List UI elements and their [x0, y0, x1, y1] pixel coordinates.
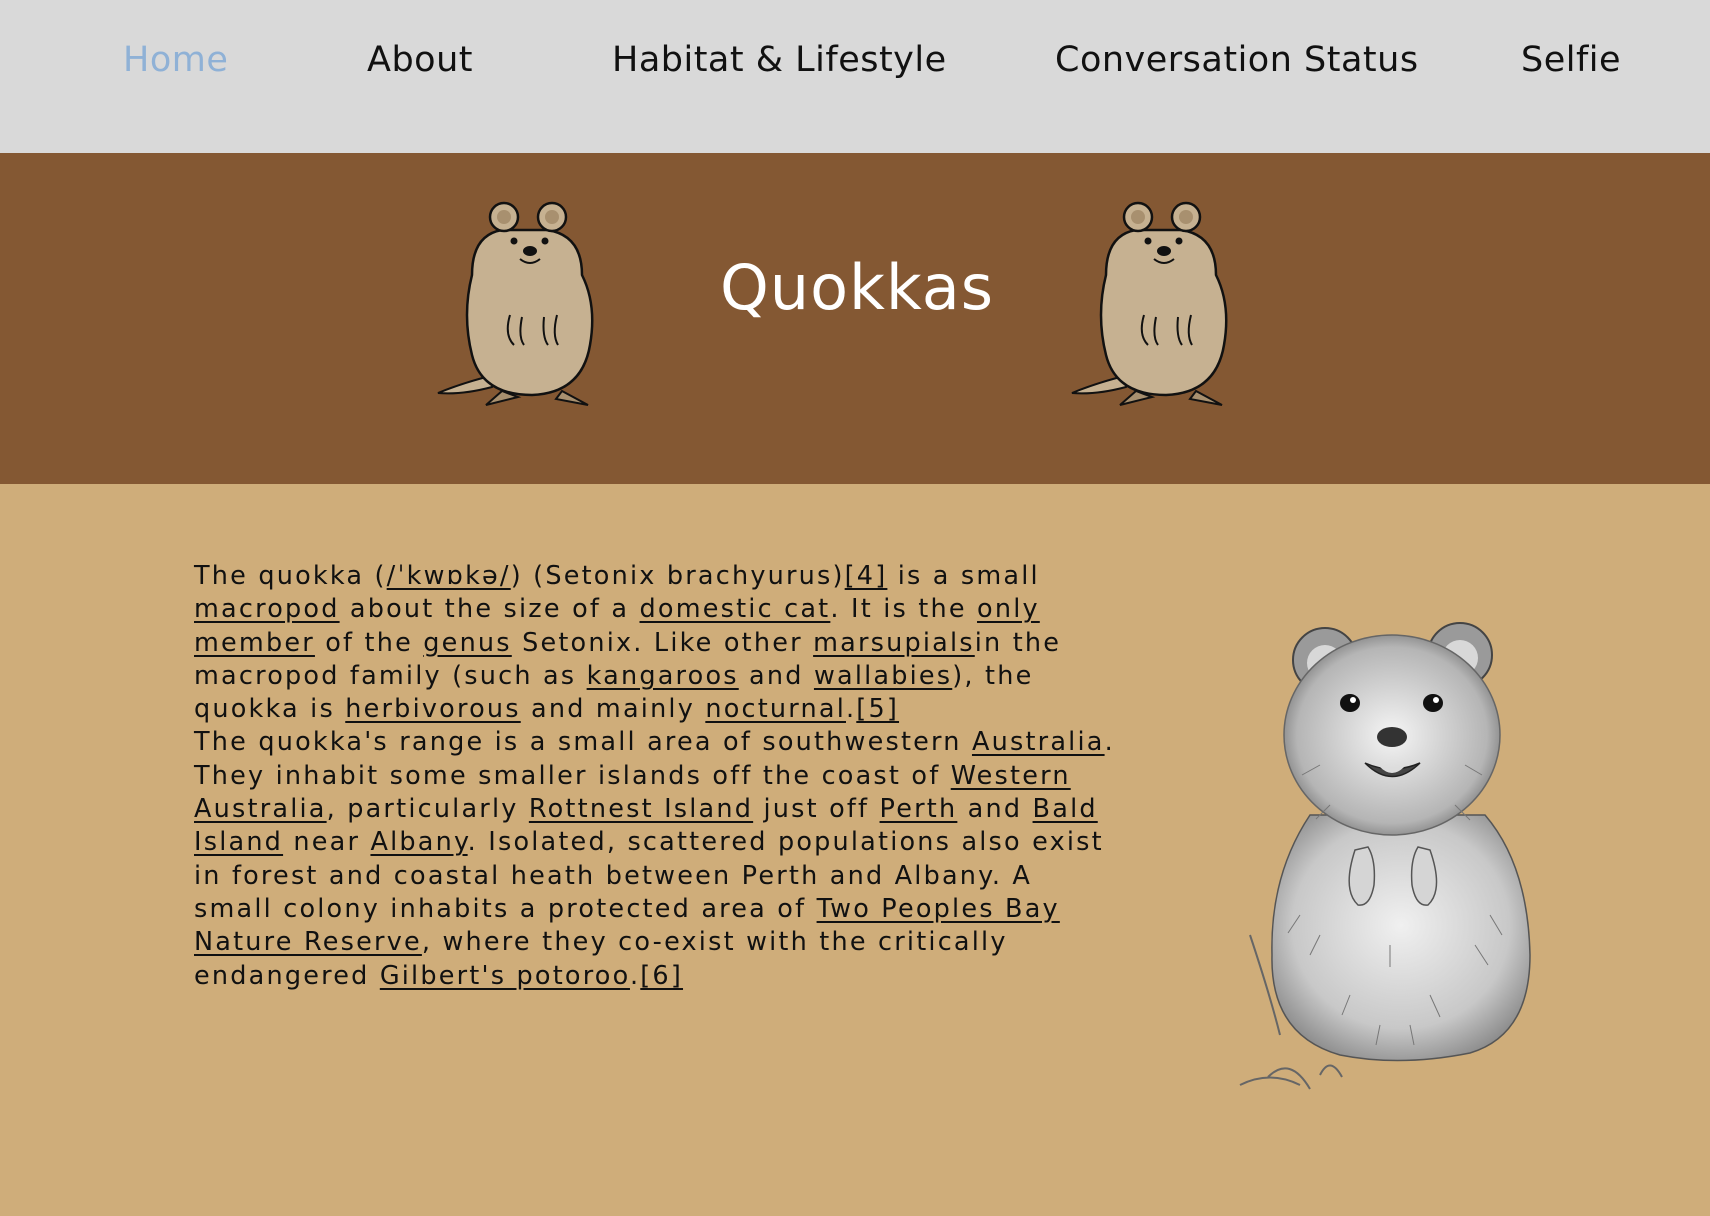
gilberts-potoroo-link[interactable]: Gilbert's potoroo	[380, 961, 630, 991]
ref-4-link[interactable]: [4]	[845, 561, 888, 591]
text: Setonix. Like other	[511, 627, 814, 658]
text: and mainly	[520, 694, 706, 725]
text: , particularly	[326, 794, 529, 825]
text: is a small	[887, 561, 1040, 591]
text: about the size of a	[339, 594, 640, 625]
page-title: Quokkas	[720, 251, 995, 324]
text: just off	[753, 794, 880, 825]
nav-status-link[interactable]: Conversation Status	[1055, 40, 1419, 80]
nav-about-link[interactable]: About	[367, 40, 473, 80]
nocturnal-link[interactable]: nocturnal	[705, 694, 846, 724]
cartoon-quokka-icon	[1071, 201, 1228, 406]
text: . It is the	[830, 594, 978, 625]
intro-paragraph: The quokka (/ˈkwɒkə/) (Setonix brachyuru…	[194, 560, 1119, 726]
text: near	[283, 827, 371, 858]
ref-5-link[interactable]: [5]	[856, 694, 899, 724]
text: of the	[314, 627, 424, 658]
rottnest-island-link[interactable]: Rottnest Island	[529, 794, 753, 824]
text: and	[957, 794, 1033, 825]
nav-habitat-link[interactable]: Habitat & Lifestyle	[612, 40, 947, 80]
domestic-cat-link[interactable]: domestic cat	[640, 594, 831, 624]
ipa-link[interactable]: /ˈkwɒkə/	[387, 561, 511, 591]
wallabies-link[interactable]: wallabies	[814, 661, 952, 691]
australia-link[interactable]: Australia	[972, 727, 1105, 757]
albany-link[interactable]: Albany	[370, 827, 467, 857]
range-paragraph: The quokka's range is a small area of so…	[194, 726, 1119, 992]
text: .	[845, 694, 857, 725]
macropod-link[interactable]: macropod	[194, 594, 340, 624]
text: .	[629, 960, 641, 991]
marsupials-link[interactable]: marsupials	[813, 628, 975, 658]
kangaroos-link[interactable]: kangaroos	[587, 661, 739, 691]
text: The quokka's range is a small area of so…	[194, 727, 972, 758]
perth-link[interactable]: Perth	[880, 794, 958, 824]
text: The quokka (	[194, 561, 387, 591]
text: ) (Setonix brachyurus)	[510, 561, 845, 591]
nav-home-link[interactable]: Home	[123, 40, 228, 80]
article-body: The quokka (/ˈkwɒkə/) (Setonix brachyuru…	[194, 560, 1119, 993]
hero-banner: Quokkas	[0, 153, 1710, 484]
text: and	[738, 660, 814, 691]
top-nav: Home About Habitat & Lifestyle Conversat…	[0, 0, 1710, 153]
cartoon-quokka-icon	[437, 201, 594, 406]
nav-selfie-link[interactable]: Selfie	[1521, 40, 1621, 80]
herbivorous-link[interactable]: herbivorous	[345, 694, 520, 724]
quokka-sketch-image	[1239, 622, 1531, 1090]
ref-6-link[interactable]: [6]	[640, 961, 683, 991]
genus-link[interactable]: genus	[423, 628, 511, 658]
